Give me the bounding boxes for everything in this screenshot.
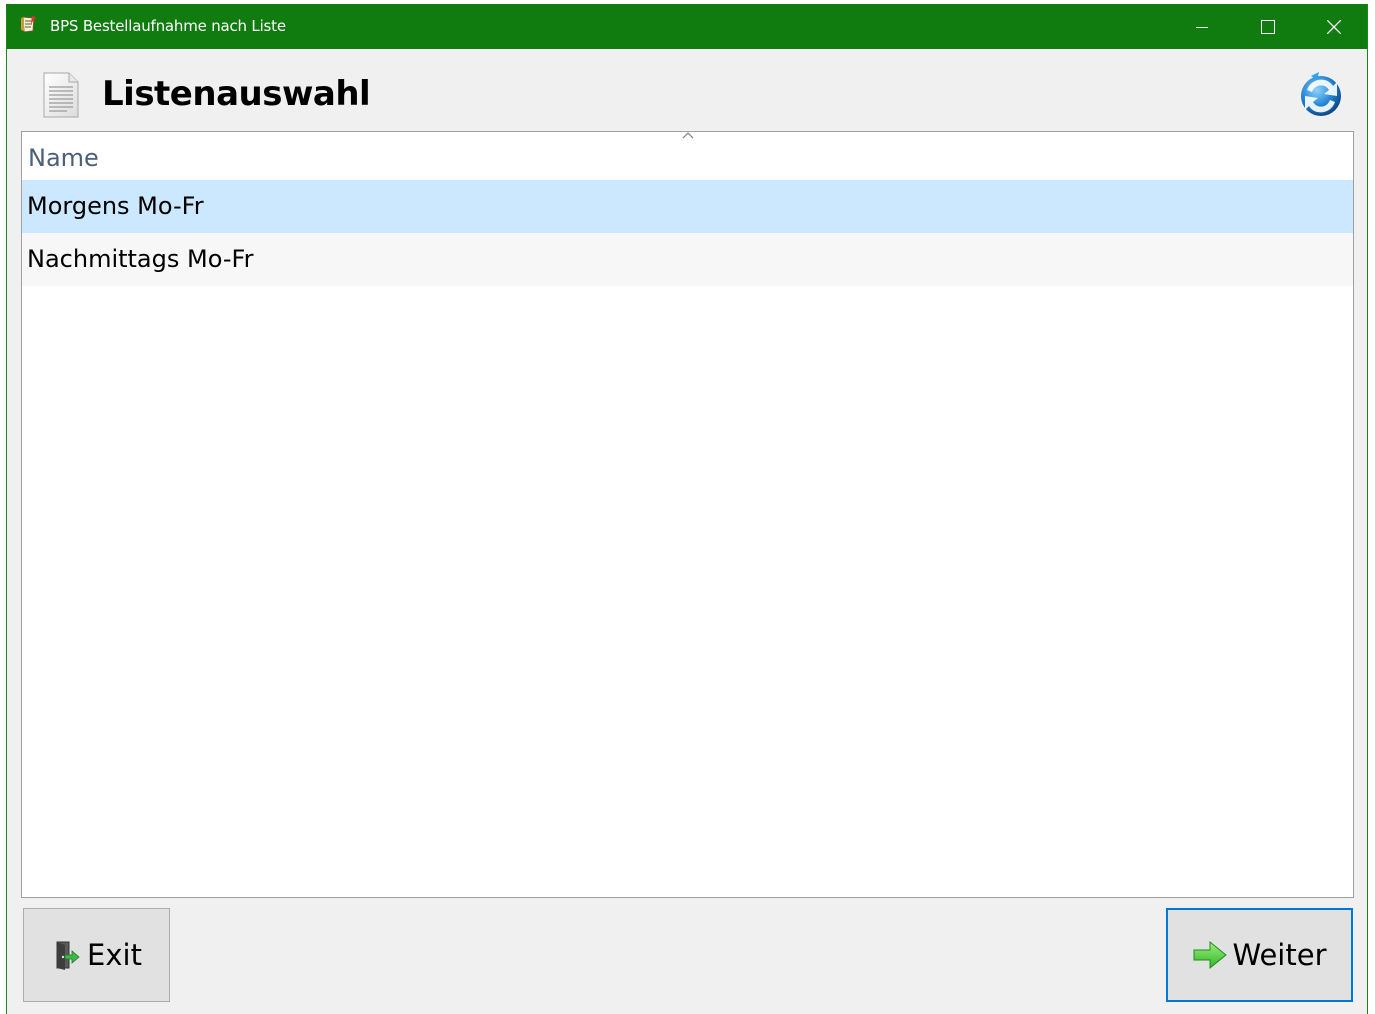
document-icon — [43, 72, 79, 118]
column-header-name[interactable]: Name — [28, 144, 99, 172]
window-title: BPS Bestellaufnahme nach Liste — [50, 17, 286, 35]
minimize-button[interactable] — [1169, 4, 1235, 49]
exit-button[interactable]: Exit — [23, 908, 170, 1002]
next-button[interactable]: Weiter — [1166, 908, 1353, 1002]
list-header[interactable]: Name — [22, 132, 1353, 180]
app-icon — [21, 16, 36, 33]
exit-button-label: Exit — [87, 938, 142, 972]
close-icon — [1327, 19, 1341, 34]
close-button[interactable] — [1301, 4, 1367, 49]
sort-ascending-icon — [682, 132, 694, 139]
list-item[interactable]: Morgens Mo-Fr — [22, 180, 1353, 233]
arrow-right-icon — [1193, 940, 1228, 970]
door-exit-icon — [56, 941, 80, 970]
refresh-icon[interactable] — [1297, 70, 1345, 120]
page-title: Listenauswahl — [102, 74, 371, 114]
maximize-button[interactable] — [1235, 4, 1301, 49]
title-bar[interactable]: BPS Bestellaufnahme nach Liste — [7, 4, 1367, 49]
next-button-label: Weiter — [1232, 938, 1327, 972]
app-window: BPS Bestellaufnahme nach Liste Listenaus… — [6, 4, 1368, 1014]
minimize-icon — [1196, 26, 1208, 28]
list-view[interactable]: Name Morgens Mo-Fr Nachmittags Mo-Fr — [21, 131, 1354, 898]
maximize-icon — [1261, 19, 1275, 34]
list-item[interactable]: Nachmittags Mo-Fr — [22, 233, 1353, 286]
